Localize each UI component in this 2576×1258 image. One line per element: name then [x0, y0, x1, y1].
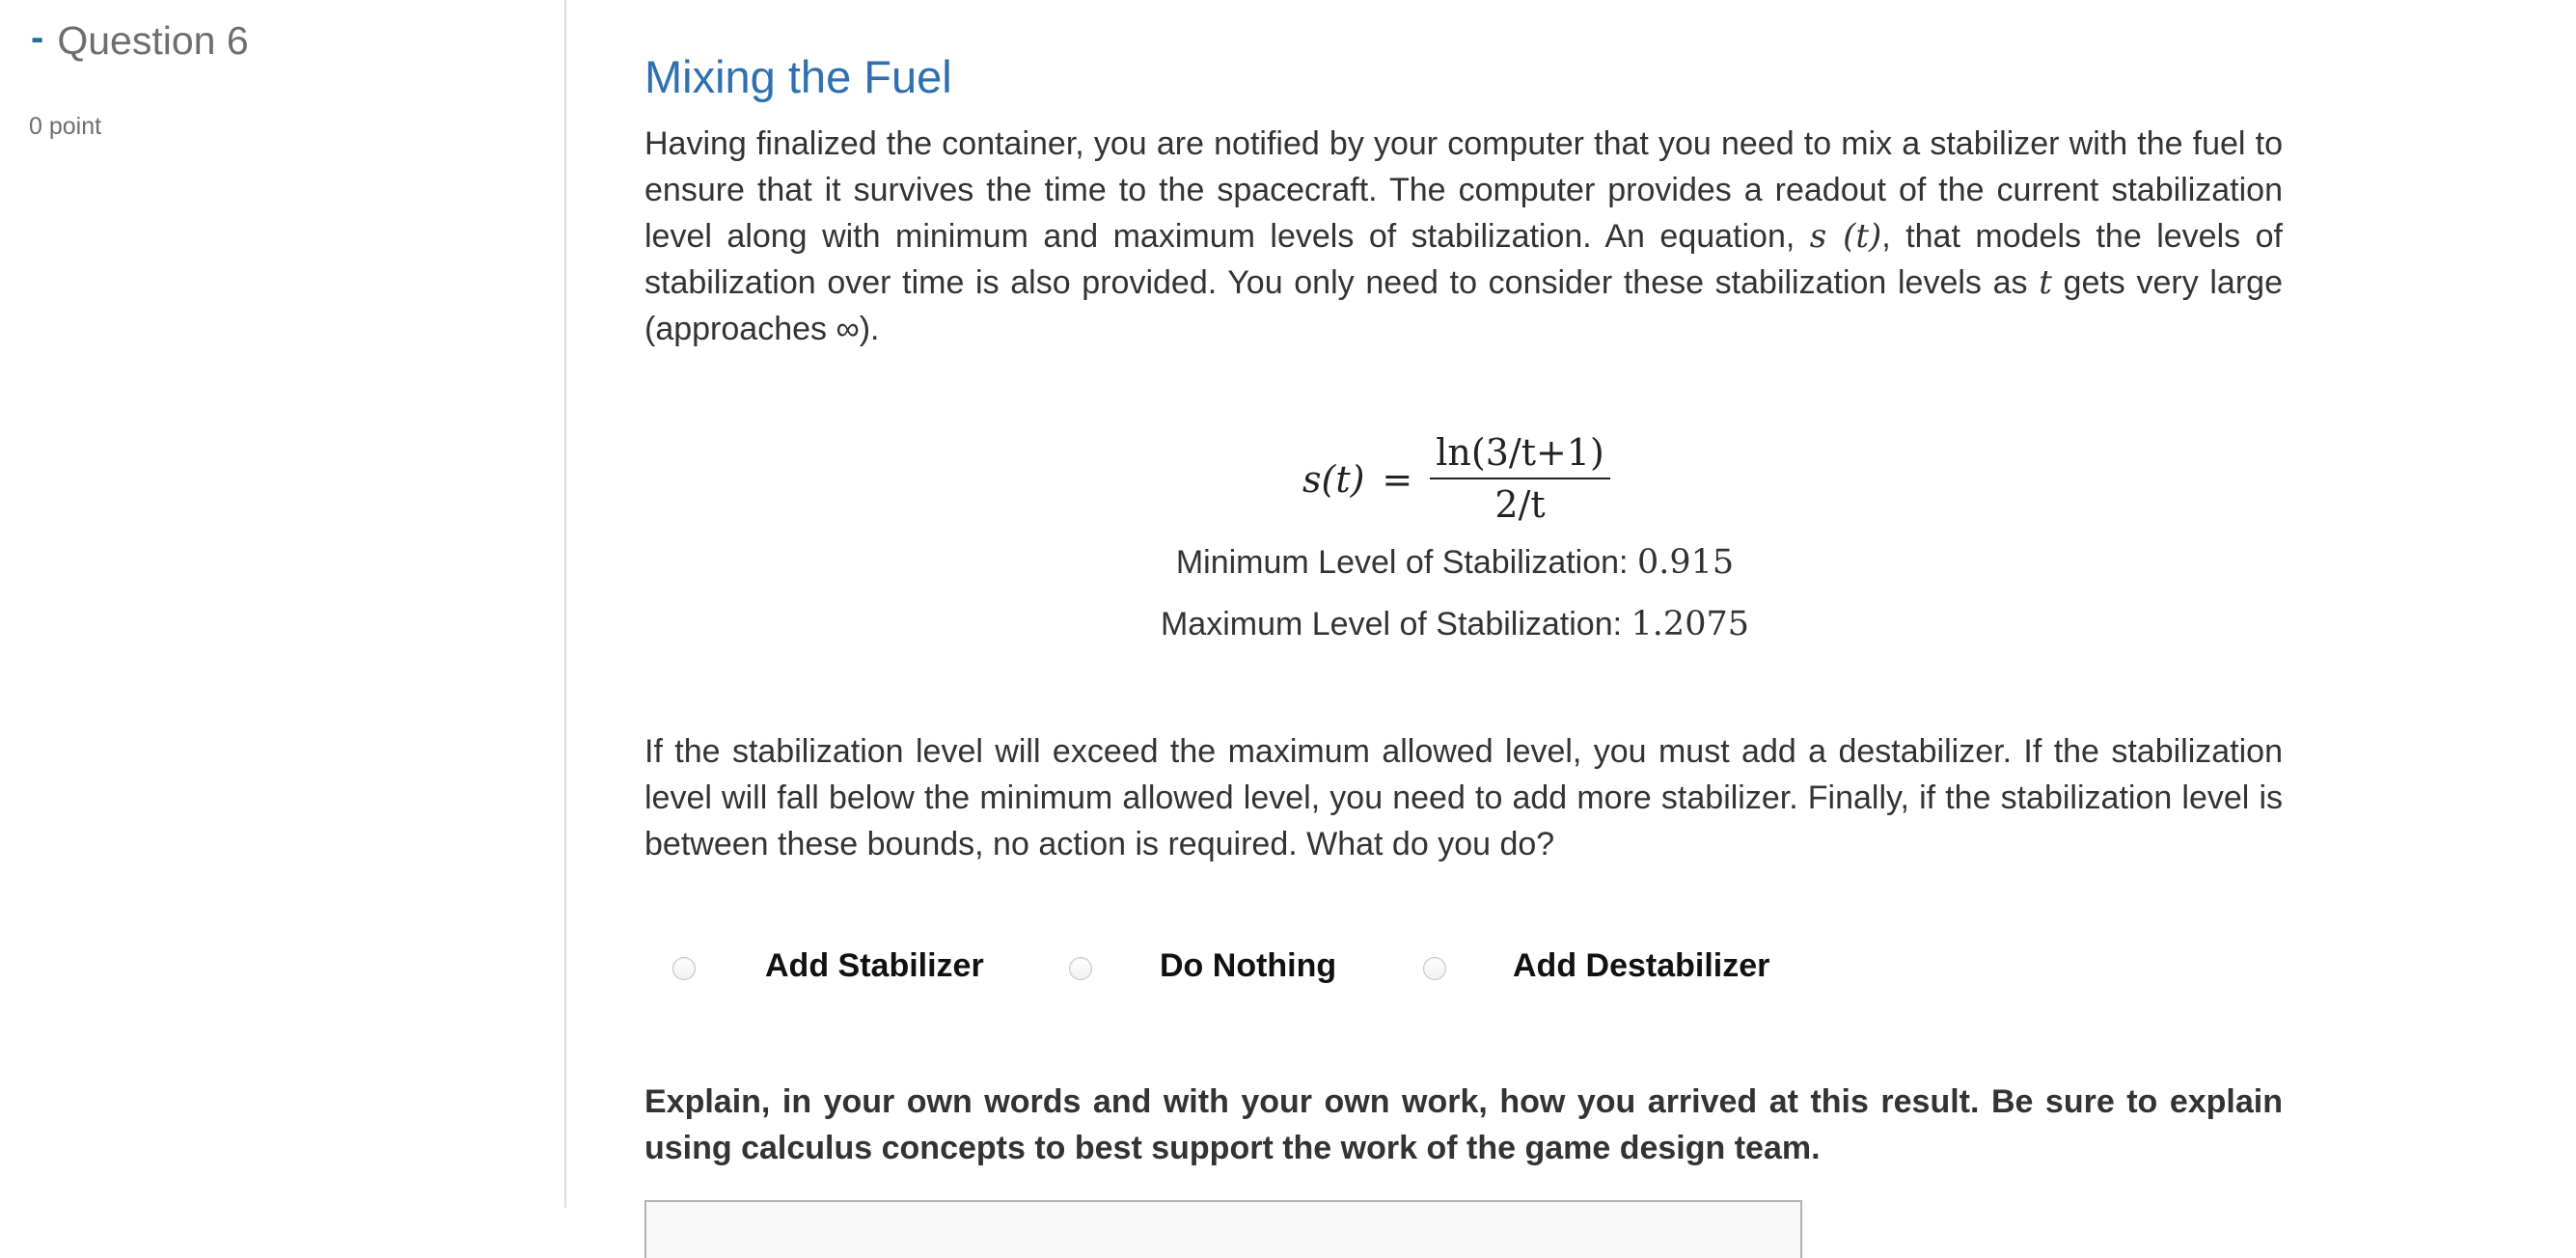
maximum-level-value: 1.2075 [1631, 605, 1749, 643]
option-label[interactable]: Add Stabilizer [765, 947, 984, 985]
maximum-level-readout: Maximum Level of Stabilization: 1.2075 [644, 605, 2265, 643]
question-number-title: Question 6 [57, 18, 249, 63]
stabilization-equation: s(t) = ln(3/t+1) 2/t [1302, 431, 1610, 528]
question-sidebar: - Question 6 0 point [0, 0, 564, 1208]
intro-paragraph: Having finalized the container, you are … [644, 121, 2283, 352]
radio-add-stabilizer[interactable] [672, 957, 696, 980]
option-label[interactable]: Do Nothing [1160, 947, 1336, 985]
equation-equals: = [1382, 458, 1413, 501]
equation-fraction: ln(3/t+1) 2/t [1430, 431, 1610, 528]
collapse-icon[interactable]: - [31, 18, 43, 57]
question-paragraph: If the stabilization level will exceed t… [644, 733, 2283, 862]
sidebar-divider [564, 0, 566, 1208]
inline-math-s-of-t: s (t) [1809, 217, 1882, 256]
explanation-textarea[interactable] [644, 1200, 1802, 1258]
question-header-toggle[interactable]: - Question 6 [31, 18, 249, 63]
option-label[interactable]: Add Destabilizer [1513, 947, 1769, 985]
maximum-level-label: Maximum Level of Stabilization: [1160, 606, 1631, 643]
question-heading: Mixing the Fuel [644, 51, 952, 102]
minimum-level-readout: Minimum Level of Stabilization: 0.915 [644, 543, 2265, 582]
minimum-level-label: Minimum Level of Stabilization: [1175, 544, 1637, 581]
equation-denominator: 2/t [1494, 483, 1546, 526]
equation-lhs: s(t) [1302, 458, 1365, 501]
explain-prompt: Explain, in your own words and with your… [644, 1083, 2283, 1166]
inline-math-t: t [2039, 263, 2052, 302]
equation-numerator: ln(3/t+1) [1430, 431, 1610, 479]
radio-do-nothing[interactable] [1069, 957, 1092, 980]
answer-options: Add Stabilizer Do Nothing Add Destabiliz… [644, 945, 2285, 994]
question-points: 0 point [29, 113, 102, 140]
minimum-level-value: 0.915 [1636, 543, 1735, 582]
radio-add-destabilizer[interactable] [1423, 957, 1446, 980]
